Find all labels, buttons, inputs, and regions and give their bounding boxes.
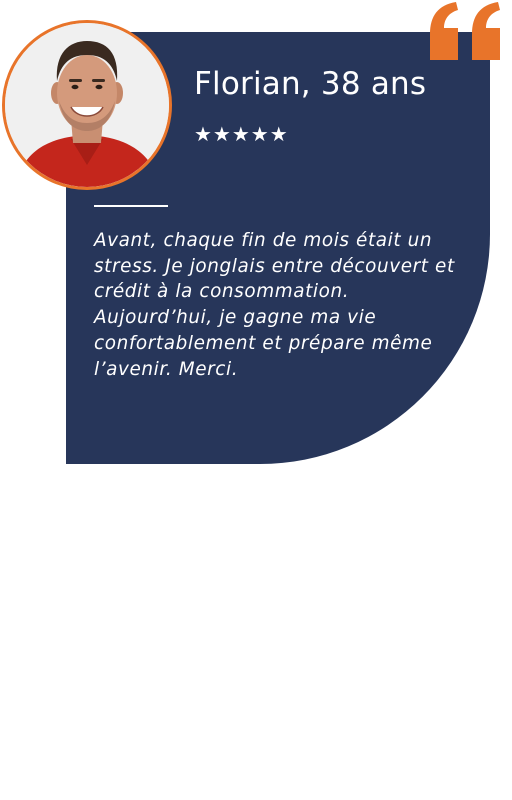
reviewer-name: Florian, 38 ans — [194, 66, 427, 102]
rating-stars: ★★★★★ — [194, 122, 289, 146]
testimonial-text: Avant, chaque fin de mois était un stres… — [94, 230, 455, 380]
avatar — [2, 20, 172, 190]
quote-mark-icon — [430, 2, 500, 60]
divider — [94, 205, 168, 207]
person-photo-icon — [5, 23, 169, 187]
